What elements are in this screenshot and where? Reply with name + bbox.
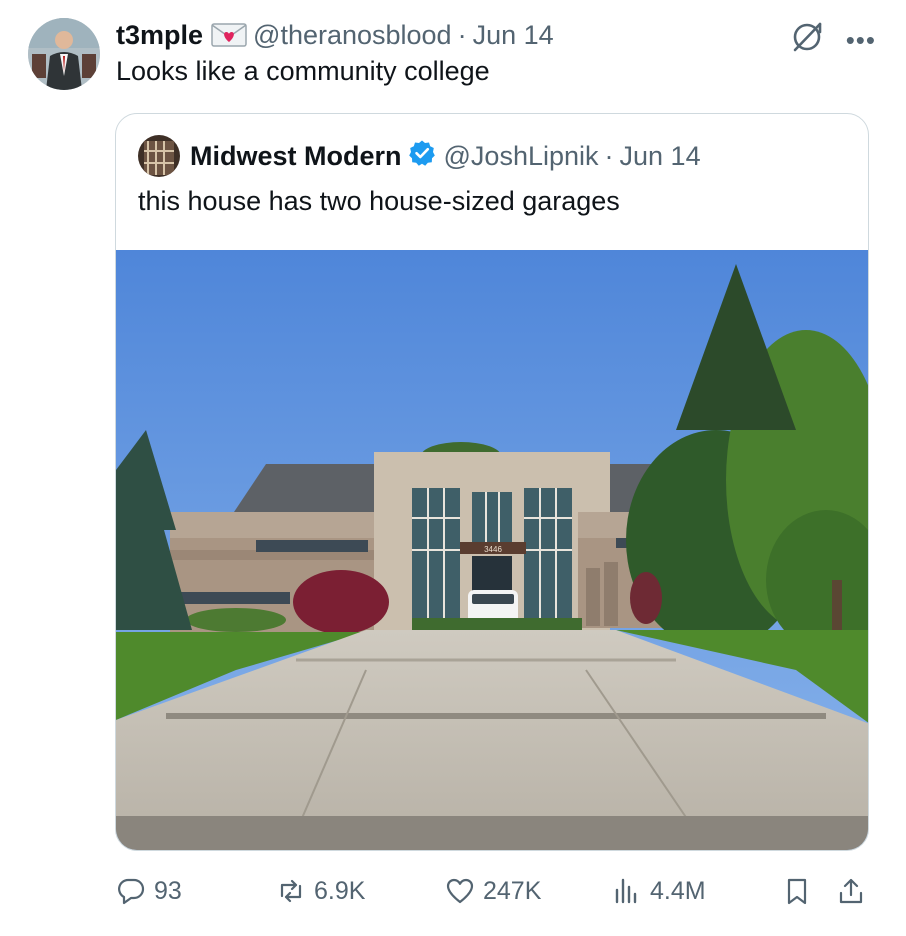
avatar-image (28, 18, 100, 90)
tweet-action-bar: 93 6.9K 247K 4.4M (0, 866, 906, 916)
svg-text:3446: 3446 (484, 545, 502, 554)
views-icon (615, 878, 637, 904)
reply-button[interactable]: 93 (116, 866, 182, 916)
house-photo-image: 3446 (116, 250, 868, 850)
view-count: 4.4M (650, 876, 706, 905)
repost-icon (280, 879, 302, 903)
views-button[interactable]: 4.4M (612, 866, 706, 916)
quoted-tweet[interactable]: Midwest Modern @JoshLipnik · Jun 14 this… (115, 113, 869, 851)
share-icon (839, 878, 863, 904)
like-button[interactable]: 247K (445, 866, 541, 916)
grok-icon[interactable] (790, 20, 824, 59)
header-separator: · (457, 19, 467, 50)
tweet-top-actions: ••• (790, 20, 876, 59)
like-icon (446, 878, 474, 904)
quoted-display-name[interactable]: Midwest Modern (190, 141, 402, 172)
quoted-tweet-date[interactable]: Jun 14 (620, 141, 701, 172)
display-name[interactable]: t3mple (116, 20, 203, 51)
repost-count: 6.9K (314, 876, 366, 905)
tweet-header: t3mple @theranosblood · Jun 14 (116, 18, 554, 52)
more-icon[interactable]: ••• (846, 27, 876, 53)
like-count: 247K (483, 876, 542, 905)
quoted-author-handle[interactable]: @JoshLipnik (444, 141, 599, 172)
quoted-tweet-header: Midwest Modern @JoshLipnik · Jun 14 (138, 134, 701, 178)
tweet-text: Looks like a community college (116, 56, 490, 86)
verified-badge-icon (402, 139, 444, 174)
author-handle[interactable]: @theranosblood (253, 20, 452, 51)
bookmark-icon (787, 878, 807, 905)
repost-button[interactable]: 6.9K (276, 866, 365, 916)
quoted-header-separator: · (604, 140, 614, 171)
quoted-author-avatar (138, 135, 180, 177)
love-letter-icon (211, 22, 247, 48)
reply-icon (118, 878, 145, 905)
author-avatar[interactable] (28, 18, 100, 90)
quoted-tweet-photo[interactable]: 3446 (116, 250, 868, 850)
reply-count: 93 (154, 876, 182, 905)
quoted-tweet-text: this house has two house-sized garages (138, 186, 620, 216)
share-button[interactable] (836, 866, 866, 916)
tweet-date[interactable]: Jun 14 (473, 20, 554, 51)
bookmark-button[interactable] (782, 866, 812, 916)
